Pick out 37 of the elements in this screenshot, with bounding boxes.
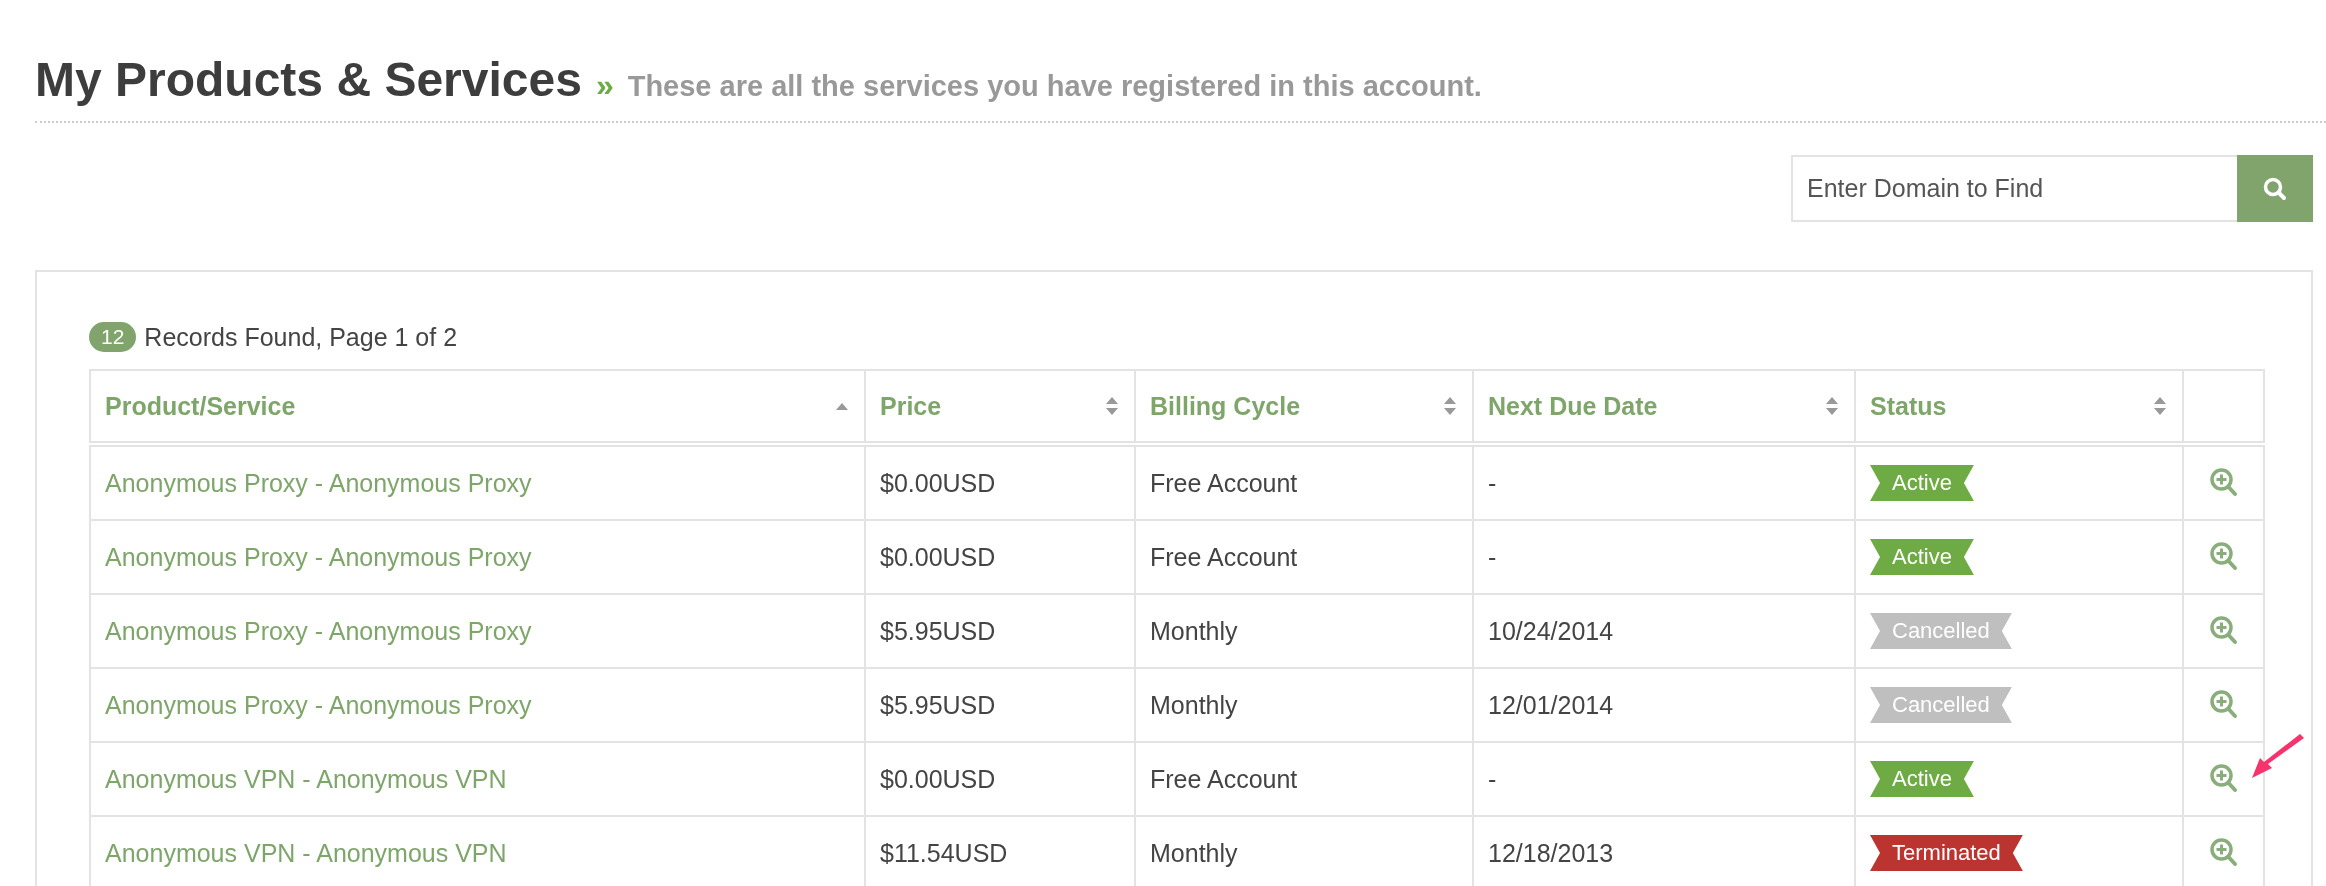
column-header[interactable]: Price: [865, 370, 1135, 444]
search-icon: [2262, 175, 2288, 202]
billing-cycle-cell: Free Account: [1150, 764, 1298, 793]
column-header[interactable]: Status: [1855, 370, 2183, 444]
status-label: Active: [1870, 539, 1974, 575]
column-header[interactable]: Product/Service: [90, 370, 865, 444]
billing-cycle-cell: Monthly: [1150, 838, 1238, 867]
status-label: Cancelled: [1870, 613, 2012, 649]
price-cell: $0.00USD: [880, 542, 996, 571]
billing-cycle-cell: Monthly: [1150, 690, 1238, 719]
status-label: Cancelled: [1870, 687, 2012, 723]
record-count: 12: [89, 322, 137, 352]
due-date-cell: -: [1488, 764, 1497, 793]
price-cell: $5.95USD: [880, 616, 996, 645]
due-date-cell: 12/18/2013: [1488, 838, 1614, 867]
price-cell: $11.54USD: [880, 838, 1008, 867]
records-found-text: Records Found, Page 1 of 2: [144, 322, 458, 352]
billing-cycle-cell: Free Account: [1150, 468, 1298, 497]
chevron-separator: »: [595, 67, 614, 104]
page-title: My Products & Services: [35, 52, 582, 107]
search-button[interactable]: [2237, 155, 2313, 222]
page-subtitle: These are all the services you have registered in this account.: [627, 70, 1482, 103]
status-label: Active: [1870, 761, 1974, 797]
column-header[interactable]: Billing Cycle: [1135, 370, 1473, 444]
domain-search-field[interactable]: Enter Domain to Find: [1791, 155, 2237, 222]
billing-cycle-cell: Free Account: [1150, 542, 1298, 571]
billing-cycle-cell: Monthly: [1150, 616, 1238, 645]
due-date-cell: 10/24/2014: [1488, 616, 1614, 645]
status-label: Active: [1870, 465, 1974, 501]
column-header[interactable]: Next Due Date: [1473, 370, 1855, 444]
price-cell: $0.00USD: [880, 764, 996, 793]
due-date-cell: 12/01/2014: [1488, 690, 1614, 719]
status-label: Terminated: [1870, 835, 2023, 871]
price-cell: $0.00USD: [880, 468, 996, 497]
due-date-cell: -: [1488, 468, 1497, 497]
due-date-cell: -: [1488, 542, 1497, 571]
price-cell: $5.95USD: [880, 690, 996, 719]
